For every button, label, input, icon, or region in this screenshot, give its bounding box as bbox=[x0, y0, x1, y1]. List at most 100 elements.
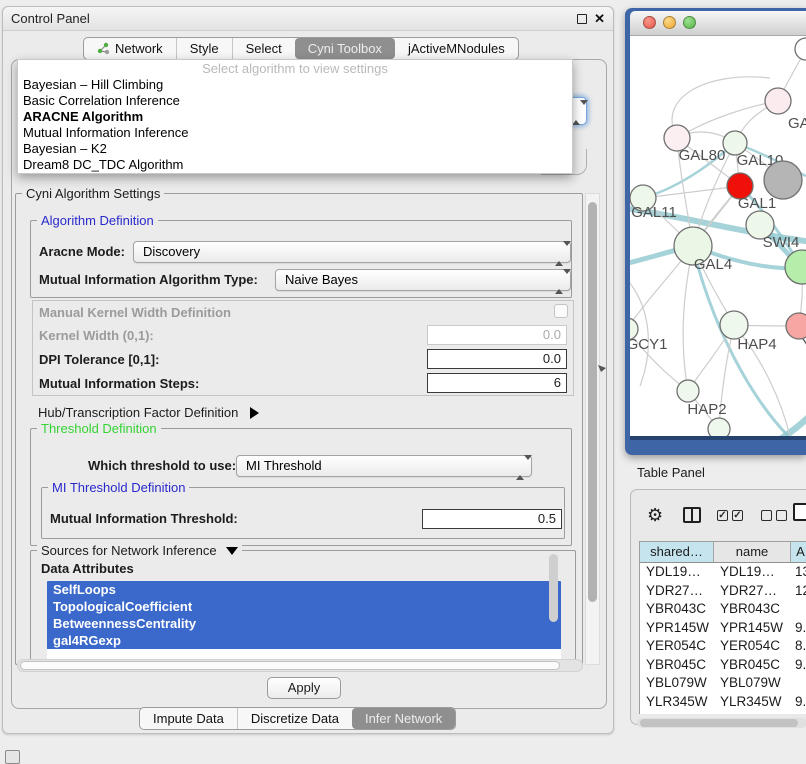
group-title: Cyni Algorithm Settings bbox=[22, 186, 164, 201]
table-row[interactable]: YIL053C YIL053C 9 bbox=[640, 711, 806, 714]
network-node[interactable] bbox=[720, 311, 748, 339]
table-row[interactable]: YBR045C YBR045C 9. bbox=[640, 656, 806, 675]
minimize-traffic-light-icon[interactable] bbox=[663, 16, 676, 29]
kernel-width-field[interactable]: 0.0 bbox=[427, 325, 567, 345]
table-horizontal-scrollbar[interactable] bbox=[637, 718, 806, 728]
close-icon[interactable]: ✕ bbox=[594, 7, 605, 31]
network-node[interactable] bbox=[764, 161, 802, 199]
float-panel-icon[interactable] bbox=[577, 14, 587, 24]
node-label: GAL1 bbox=[738, 195, 776, 212]
aracne-mode-label: Aracne Mode: bbox=[39, 241, 125, 263]
table-row[interactable]: YPR145W YPR145W 9. bbox=[640, 619, 806, 638]
hub-definition-expander[interactable]: Hub/Transcription Factor Definition bbox=[38, 404, 259, 422]
table-row[interactable]: YDR27… YDR27… 12 bbox=[640, 582, 806, 601]
attribute-item[interactable]: BetweennessCentrality bbox=[47, 615, 561, 632]
mi-algorithm-type-label: Mutual Information Algorithm Type: bbox=[39, 269, 258, 291]
table-row[interactable]: YER054C YER054C 8. bbox=[640, 637, 806, 656]
column-header-name[interactable]: name bbox=[714, 542, 791, 563]
zoom-traffic-light-icon[interactable] bbox=[683, 16, 696, 29]
algorithm-dropdown-popup: Select algorithm to view settings Bayesi… bbox=[17, 59, 573, 174]
cell-name: YLR345W bbox=[714, 693, 791, 712]
apply-button[interactable]: Apply bbox=[267, 677, 341, 699]
attribute-item[interactable]: TopologicalCoefficient bbox=[47, 598, 561, 615]
table-panel-window: ⚙ ✓ ✓ shared… name A YDL19… YDL19… 13 YD… bbox=[630, 489, 806, 725]
tab-style[interactable]: Style bbox=[176, 38, 232, 59]
tab-network[interactable]: Network bbox=[84, 38, 176, 59]
select-all-checkbox-icon[interactable]: ✓ bbox=[732, 510, 743, 521]
gear-icon[interactable]: ⚙ bbox=[647, 504, 663, 526]
cell-shared-name: YBR043C bbox=[640, 600, 714, 619]
cell-name: YER054C bbox=[714, 637, 791, 656]
tab-discretize-data[interactable]: Discretize Data bbox=[237, 708, 352, 729]
stepper-arrows-icon bbox=[555, 274, 563, 289]
threshold-definition-group: Threshold Definition Which threshold to … bbox=[30, 428, 572, 546]
network-window-titlebar[interactable] bbox=[630, 11, 806, 36]
attribute-item[interactable]: gal4RGexp bbox=[47, 632, 561, 649]
export-table-icon[interactable] bbox=[793, 503, 806, 521]
column-header-partial[interactable]: A bbox=[791, 542, 806, 563]
column-browser-icon[interactable] bbox=[683, 507, 701, 523]
tab-cyni-toolbox[interactable]: Cyni Toolbox bbox=[295, 38, 395, 59]
sources-expander[interactable]: Sources for Network Inference bbox=[37, 543, 242, 558]
algorithm-option[interactable]: ARACNE Algorithm bbox=[18, 109, 572, 125]
node-label: GCY1 bbox=[630, 336, 667, 353]
cell-name: YBR045C bbox=[714, 656, 791, 675]
algorithm-option[interactable]: Bayesian – Hill Climbing bbox=[18, 77, 572, 93]
mi-algorithm-type-select[interactable]: Naive Bayes bbox=[275, 269, 571, 291]
close-traffic-light-icon[interactable] bbox=[643, 16, 656, 29]
network-node[interactable] bbox=[708, 418, 730, 436]
node-label: GAL bbox=[788, 115, 806, 132]
network-nodes[interactable]: GALGAL80GAL10GAL1GAL11SWI4GAL4GCY1HAP4YH… bbox=[630, 38, 806, 436]
network-node[interactable] bbox=[795, 38, 806, 60]
scrollbar-thumb[interactable] bbox=[20, 661, 560, 670]
cyni-bottom-tabbar: Impute Data Discretize Data Infer Networ… bbox=[139, 707, 456, 730]
column-header-shared-name[interactable]: shared… bbox=[640, 542, 714, 563]
algorithm-option[interactable]: Mutual Information Inference bbox=[18, 125, 572, 141]
cell-name: YDL19… bbox=[714, 563, 791, 582]
algorithm-option[interactable]: Basic Correlation Inference bbox=[18, 93, 572, 109]
deselect-all-checkbox-icon[interactable] bbox=[776, 510, 787, 521]
select-all-checkbox-icon[interactable]: ✓ bbox=[717, 510, 728, 521]
dpi-tolerance-field[interactable]: 0.0 bbox=[427, 349, 567, 369]
which-threshold-select[interactable]: MI Threshold bbox=[236, 455, 532, 477]
list-scrollbar-thumb[interactable] bbox=[549, 554, 558, 622]
table-row[interactable]: YBR043C YBR043C bbox=[640, 600, 806, 619]
algorithm-option[interactable]: Bayesian – K2 bbox=[18, 141, 572, 157]
tab-select[interactable]: Select bbox=[232, 38, 295, 59]
tab-impute-data[interactable]: Impute Data bbox=[140, 708, 237, 729]
node-label: GAL4 bbox=[694, 256, 732, 273]
table-row[interactable]: YLR345W YLR345W 9. bbox=[640, 693, 806, 712]
table-row[interactable]: YBL079W YBL079W bbox=[640, 674, 806, 693]
algorithm-definition-group: Algorithm Definition Aracne Mode: Discov… bbox=[30, 220, 572, 298]
settings-horizontal-scrollbar[interactable] bbox=[17, 659, 583, 672]
network-node[interactable] bbox=[765, 88, 791, 114]
attribute-item[interactable]: SelfLoops bbox=[47, 581, 561, 598]
tab-label: jActiveMNodules bbox=[408, 41, 505, 56]
cell-value: 9. bbox=[791, 619, 806, 638]
tab-jactivemnodules[interactable]: jActiveMNodules bbox=[395, 38, 518, 59]
cell-name: YBL079W bbox=[714, 674, 791, 693]
settings-vertical-scrollbar[interactable] bbox=[585, 193, 600, 665]
cell-shared-name: YER054C bbox=[640, 637, 714, 656]
selected-value: Naive Bayes bbox=[276, 270, 570, 290]
cell-shared-name: YLR345W bbox=[640, 693, 714, 712]
scrollbar-thumb[interactable] bbox=[588, 202, 597, 602]
mi-threshold-field[interactable]: 0.5 bbox=[422, 509, 562, 529]
manual-kernel-checkbox[interactable] bbox=[554, 304, 568, 318]
tab-infer-network[interactable]: Infer Network bbox=[352, 708, 455, 729]
selected-value: MI Threshold bbox=[237, 456, 531, 476]
mi-steps-field[interactable]: 6 bbox=[427, 373, 567, 393]
panel-title: Control Panel bbox=[11, 7, 90, 31]
cell-value: 9. bbox=[791, 656, 806, 675]
control-panel-tabbar: Network Style Select Cyni Toolbox jActiv… bbox=[83, 37, 519, 60]
cell-name: YIL053C bbox=[714, 711, 791, 714]
deselect-all-checkbox-icon[interactable] bbox=[761, 510, 772, 521]
network-canvas[interactable]: GALGAL80GAL10GAL1GAL11SWI4GAL4GCY1HAP4YH… bbox=[630, 36, 806, 436]
scrollbar-thumb[interactable] bbox=[640, 719, 798, 727]
table-row[interactable]: YDL19… YDL19… 13 bbox=[640, 563, 806, 582]
node-label: SWI4 bbox=[763, 234, 800, 251]
network-node[interactable] bbox=[677, 380, 699, 402]
control-panel-window: Control Panel ✕ Network Style Select Cyn… bbox=[2, 6, 614, 734]
algorithm-option[interactable]: Dream8 DC_TDC Algorithm bbox=[18, 157, 572, 173]
aracne-mode-select[interactable]: Discovery bbox=[133, 241, 571, 263]
